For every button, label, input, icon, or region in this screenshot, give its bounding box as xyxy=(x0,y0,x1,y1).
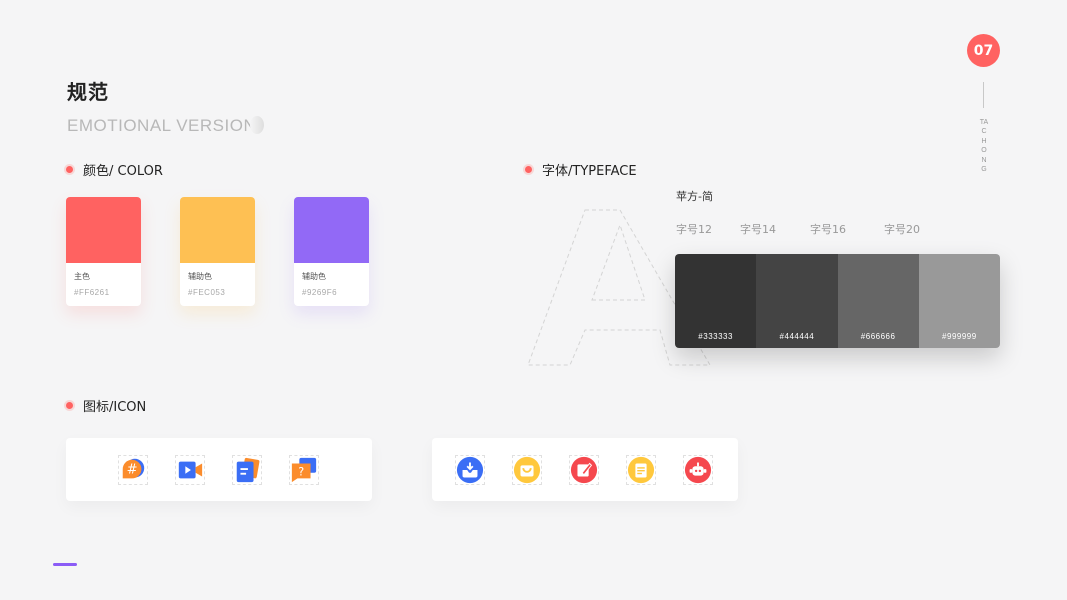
page-title: 规范 xyxy=(67,80,109,104)
gray-hex: #666666 xyxy=(860,332,896,341)
color-heading-label: 颜色/ COLOR xyxy=(83,164,163,179)
decorative-blob xyxy=(250,116,264,134)
page-subtitle: EMOTIONAL VERSION xyxy=(67,116,257,135)
swatch-hex: #FEC053 xyxy=(188,288,226,297)
inbox-icon xyxy=(455,455,485,485)
color-section-heading: 颜色/ COLOR xyxy=(66,160,163,179)
gray-hex: #999999 xyxy=(942,332,977,341)
gray-hex: #333333 xyxy=(698,332,733,341)
swatch-card-secondary-yellow: 辅助色 #FEC053 xyxy=(180,197,255,306)
gray-swatch: #666666 xyxy=(837,254,919,348)
gray-swatch: #999999 xyxy=(918,254,1000,348)
swatch-name: 主色 xyxy=(74,272,90,281)
swatch-hex: #FF6261 xyxy=(74,288,110,297)
icon-heading-label: 图标/ICON xyxy=(83,400,147,415)
swatch-color xyxy=(180,197,255,263)
font-size-label: 字号12 xyxy=(676,223,712,236)
icon-panel-flat: # ? xyxy=(66,438,372,501)
question-chat-icon: ? xyxy=(289,455,319,485)
font-size-label: 字号20 xyxy=(884,223,920,236)
question-glyph: ? xyxy=(298,466,304,479)
video-camera-icon xyxy=(175,455,205,485)
gray-hex: #444444 xyxy=(779,332,815,341)
gray-swatch: #444444 xyxy=(756,254,838,348)
font-size-label: 字号16 xyxy=(810,223,846,236)
document-icon xyxy=(232,455,262,485)
swatch-hex: #9269F6 xyxy=(302,288,338,297)
swatch-card-primary: 主色 #FF6261 xyxy=(66,197,141,306)
swatch-color xyxy=(294,197,369,263)
bullet-dot-icon xyxy=(66,402,73,409)
gray-palette: #333333 #444444 #666666 #999999 xyxy=(675,254,1000,348)
swatch-name: 辅助色 xyxy=(302,272,326,281)
icon-section-heading: 图标/ICON xyxy=(66,396,146,415)
typeface-section-heading: 字体/TYPEFACE xyxy=(525,160,637,179)
font-size-label: 字号14 xyxy=(740,223,776,236)
typeface-heading-label: 字体/TYPEFACE xyxy=(542,164,637,179)
brand-vertical-text: TACHONG xyxy=(979,119,989,174)
bullet-dot-icon xyxy=(66,166,73,173)
hashtag-glyph: # xyxy=(127,463,138,478)
edit-icon xyxy=(569,455,599,485)
hashtag-chat-icon: # xyxy=(118,455,148,485)
shopping-bag-icon xyxy=(512,455,542,485)
icon-panel-round xyxy=(432,438,738,501)
swatch-card-secondary-purple: 辅助色 #9269F6 xyxy=(294,197,369,306)
font-name: 苹方-简 xyxy=(676,190,713,203)
robot-icon xyxy=(683,455,713,485)
bullet-dot-icon xyxy=(525,166,532,173)
clipboard-icon xyxy=(626,455,656,485)
swatch-name: 辅助色 xyxy=(188,272,212,281)
swatch-color xyxy=(66,197,141,263)
divider-line xyxy=(983,82,984,108)
page-number-badge: 07 xyxy=(967,34,1000,67)
accent-line xyxy=(53,563,77,566)
gray-swatch: #333333 xyxy=(675,254,757,348)
